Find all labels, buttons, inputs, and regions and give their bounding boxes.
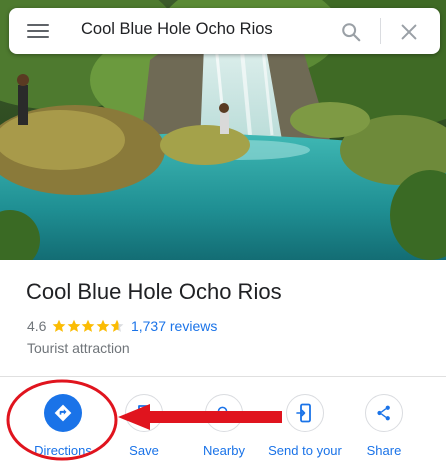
place-title: Cool Blue Hole Ocho Rios <box>26 279 282 304</box>
search-divider <box>380 18 381 44</box>
rating-value: 4.6 <box>27 318 47 334</box>
directions-icon <box>44 394 82 432</box>
share-icon <box>365 394 403 432</box>
reviews-link[interactable]: 1,737 reviews <box>131 318 217 334</box>
save-label: Save <box>129 443 159 458</box>
section-divider <box>0 376 446 377</box>
send-to-phone-icon <box>286 394 324 432</box>
close-icon[interactable] <box>398 21 420 43</box>
place-category: Tourist attraction <box>27 340 130 356</box>
star-icon <box>53 319 66 332</box>
rating-stars <box>52 319 125 333</box>
nearby-icon <box>205 394 243 432</box>
search-bar[interactable]: Cool Blue Hole Ocho Rios <box>9 8 440 54</box>
bookmark-icon <box>125 394 163 432</box>
rating-row: 4.6 1,737 reviews <box>27 317 217 335</box>
search-input[interactable]: Cool Blue Hole Ocho Rios <box>81 20 273 39</box>
share-label: Share <box>366 443 402 458</box>
star-icon <box>111 319 124 332</box>
menu-icon[interactable] <box>27 23 49 39</box>
maps-place-panel: Cool Blue Hole Ocho Rios Cool Blue Hole … <box>0 0 446 461</box>
star-icon <box>67 319 81 332</box>
directions-label: Directions <box>34 443 92 458</box>
search-icon[interactable] <box>340 21 362 43</box>
star-icon <box>82 319 95 332</box>
nearby-label: Nearby <box>203 443 245 458</box>
star-icon <box>96 319 110 332</box>
send-to-phone-label: Send to your <box>268 443 342 458</box>
